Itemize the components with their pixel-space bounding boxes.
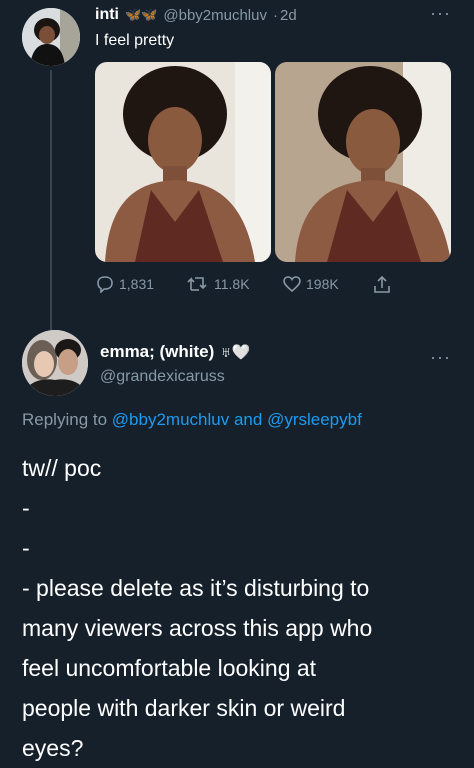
tweet-photo-2[interactable] [275, 62, 451, 262]
reply-icon [97, 276, 113, 293]
tweet-photo-1[interactable] [95, 62, 271, 262]
photo-2-image [275, 62, 451, 262]
reply-text: tw// poc - - - please delete as it’s dis… [22, 448, 462, 768]
reply-line: people with darker skin or weird [22, 695, 346, 721]
avatar-emma[interactable] [22, 330, 88, 396]
like-icon [283, 276, 301, 293]
replying-user-link[interactable]: @bby2muchluv [112, 410, 229, 429]
avatar-image [22, 8, 80, 66]
replying-to: Replying to @bby2muchluv and @yrsleepybf [22, 410, 362, 430]
retweet-action[interactable]: 11.8K [186, 275, 250, 293]
reply-count: 1,831 [119, 276, 155, 292]
display-name[interactable]: emma; (white) [100, 342, 214, 362]
reply-line: - [22, 535, 30, 561]
share-icon [374, 275, 390, 293]
retweet-icon [187, 277, 207, 291]
like-count: 198K [306, 276, 339, 292]
more-icon[interactable]: ··· [430, 348, 451, 366]
reply-line: - [22, 495, 30, 521]
reply-line: tw// poc [22, 455, 102, 481]
handle[interactable]: @bby2muchluv [163, 7, 267, 24]
photo-1-image [95, 62, 271, 262]
reply-line: many viewers across this app who [22, 615, 373, 641]
timestamp[interactable]: 2d [280, 7, 297, 24]
tweet-text: I feel pretty [95, 32, 175, 49]
reply-line: eyes? [22, 735, 84, 761]
replying-and: and [233, 410, 263, 429]
replying-prefix: Replying to [22, 410, 108, 429]
heart-emoji-icon: ♅🤍 [220, 344, 251, 361]
retweet-count: 11.8K [214, 276, 250, 292]
reply-line: - please delete as it’s disturbing to [22, 575, 370, 601]
separator: · [272, 6, 278, 24]
tweet-header: inti 🦋🦋 @bby2muchluv · 2d [95, 6, 297, 24]
replying-user-link[interactable]: @yrsleepybf [267, 410, 362, 429]
like-action[interactable]: 198K [282, 275, 339, 293]
display-name[interactable]: inti [95, 6, 119, 24]
thread-line [50, 70, 52, 330]
handle[interactable]: @grandexicaruss [100, 368, 225, 386]
reply-header: emma; (white) ♅🤍 [100, 342, 250, 362]
avatar-image [22, 330, 88, 396]
reply-action[interactable]: 1,831 [95, 275, 154, 293]
avatar-inti[interactable] [22, 8, 80, 66]
more-icon[interactable]: ··· [430, 4, 451, 22]
reply-line: feel uncomfortable looking at [22, 655, 317, 681]
share-action[interactable] [372, 275, 392, 295]
butterfly-emoji-icon: 🦋🦋 [125, 7, 158, 22]
